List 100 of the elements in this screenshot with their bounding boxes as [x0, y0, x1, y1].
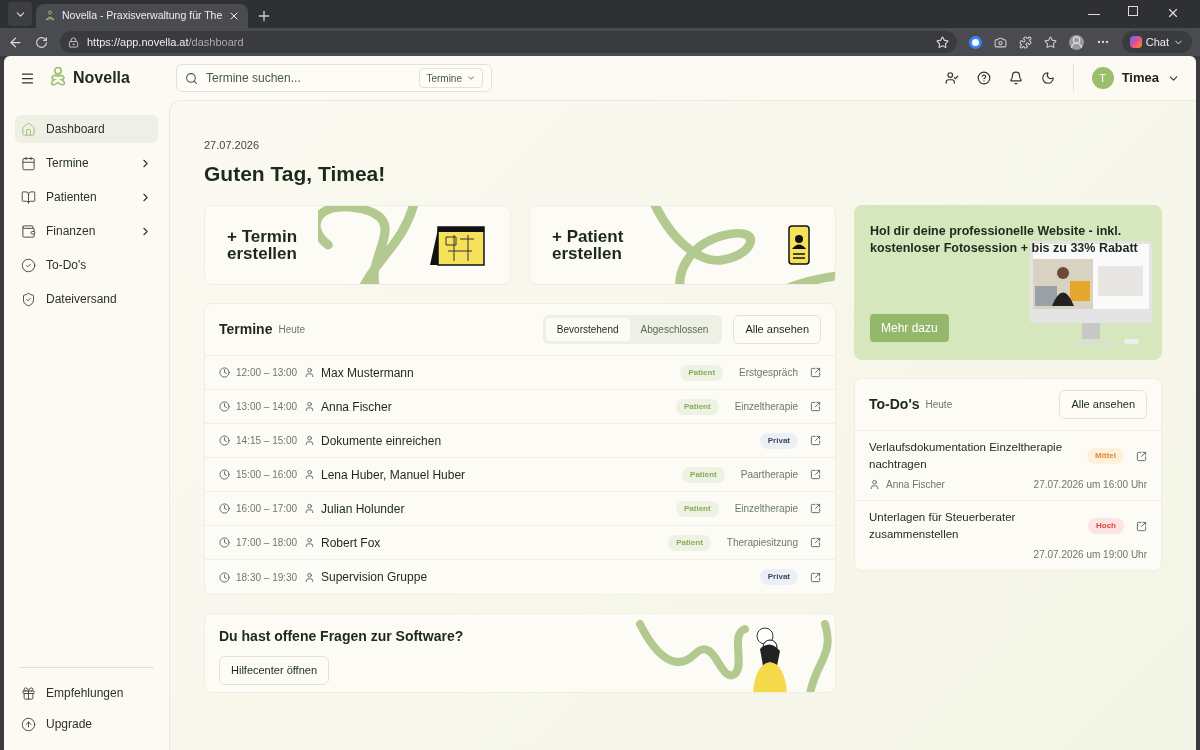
appointment-type: Einzeltherapie	[734, 400, 798, 414]
category-badge: Patient	[680, 364, 724, 381]
upload-icon	[21, 716, 36, 732]
notifications-icon[interactable]	[1008, 71, 1023, 85]
card-subtitle: Heute	[278, 323, 306, 337]
url-text: https://app.novella.at/dashboard	[87, 34, 244, 50]
todo-item[interactable]: Verlaufsdokumentation Einzeltherapie nachtragen Mittel Anna Fischer 27.07.2026 um 16:00 Uhr	[855, 431, 1161, 501]
create-card[interactable]: + Termin erstellen	[204, 205, 511, 285]
priority-badge: Mittel	[1087, 448, 1124, 464]
password-icon[interactable]	[968, 35, 982, 49]
appointment-name: Robert Fox	[321, 534, 381, 552]
avatar: T	[1091, 67, 1114, 89]
profile-icon[interactable]	[1068, 34, 1084, 50]
phone-profile-icon	[785, 224, 813, 266]
external-link-icon[interactable]	[810, 571, 821, 583]
camera-icon[interactable]	[993, 35, 1007, 49]
extensions-icon[interactable]	[1018, 35, 1032, 49]
help-center-button[interactable]: Hilfecenter öffnen	[219, 656, 330, 685]
logo-icon	[44, 10, 56, 22]
scope-dropdown[interactable]: Termine	[419, 68, 483, 88]
star-icon[interactable]	[935, 35, 949, 49]
browser-tab[interactable]: Novella - Praxisverwaltung für The	[36, 4, 249, 28]
external-link-icon[interactable]	[1136, 520, 1147, 532]
close-window-icon[interactable]	[1166, 6, 1180, 20]
external-link-icon[interactable]	[810, 401, 821, 412]
promo-title: Hol dir deine professionelle Website - inkl. kostenloser Fotosession + bis zu 33% Rabatt	[870, 223, 1139, 257]
external-link-icon[interactable]	[810, 537, 821, 548]
appointment-row[interactable]: 12:00 – 13:00 Max Mustermann Patient Erstgespräch	[205, 356, 835, 390]
sidebar-item[interactable]: Empfehlungen	[15, 680, 158, 706]
todo-due: 27.07.2026 um 19:00 Uhr	[1033, 548, 1147, 562]
date-text: 27.07.2026	[204, 138, 261, 153]
chevron-down-icon	[466, 73, 476, 83]
clock-icon	[219, 435, 230, 446]
appointment-row[interactable]: 18:30 – 19:30 Supervision Gruppe Privat	[205, 560, 835, 594]
appointment-type: Paartherapie	[740, 468, 798, 482]
appointment-name: Supervision Gruppe	[321, 569, 428, 586]
tab-title: Novella - Praxisverwaltung für The	[62, 8, 223, 24]
moon-icon[interactable]	[1040, 71, 1055, 85]
view-all-button[interactable]: Alle ansehen	[1059, 390, 1147, 419]
external-link-icon[interactable]	[810, 435, 821, 446]
tab-list-button[interactable]	[8, 2, 32, 26]
person-icon	[304, 503, 315, 514]
lock-icon	[68, 36, 79, 48]
category-badge: Privat	[759, 432, 798, 449]
copilot-icon	[1129, 36, 1142, 48]
shield-icon	[21, 291, 36, 307]
user-check-icon[interactable]	[944, 71, 959, 85]
sidebar-item[interactable]: Upgrade	[15, 711, 158, 737]
category-badge: Privat	[759, 569, 798, 585]
user-menu[interactable]: T Timea	[1091, 67, 1180, 89]
appointment-name: Max Mustermann	[321, 364, 414, 382]
todo-due: 27.07.2026 um 16:00 Uhr	[1033, 478, 1147, 492]
appointment-row[interactable]: 15:00 – 16:00 Lena Huber, Manuel Huber Patient Paartherapie	[205, 458, 835, 492]
sidebar-item[interactable]: To-Do's	[15, 251, 158, 279]
favorites-icon[interactable]	[1043, 35, 1057, 49]
appointment-name: Anna Fischer	[321, 398, 392, 416]
sidebar-item[interactable]: Dateiversand	[15, 285, 158, 313]
appointment-type: Einzeltherapie	[734, 502, 798, 516]
sidebar-item[interactable]: Finanzen	[15, 217, 158, 245]
person-icon	[304, 367, 315, 378]
clock-icon	[219, 571, 230, 583]
view-all-button[interactable]: Alle ansehen	[733, 315, 821, 344]
address-bar[interactable]: https://app.novella.at/dashboard	[60, 31, 957, 53]
sidebar-item[interactable]: Dashboard	[15, 115, 158, 143]
external-link-icon[interactable]	[810, 367, 821, 378]
todo-person: Anna Fischer	[886, 478, 945, 492]
appointment-row[interactable]: 14:15 – 15:00 Dokumente einreichen Privat	[205, 424, 835, 458]
card-subtitle: Heute	[925, 398, 953, 412]
search-field[interactable]: Termine suchen... Termine	[176, 64, 492, 92]
person-icon	[304, 401, 315, 412]
time-text: 16:00 – 17:00	[236, 502, 299, 516]
external-link-icon[interactable]	[1136, 450, 1147, 462]
help-icon[interactable]	[976, 71, 991, 85]
sidebar-item[interactable]: Termine	[15, 149, 158, 177]
person-icon	[304, 469, 315, 480]
external-link-icon[interactable]	[810, 503, 821, 514]
appointment-row[interactable]: 13:00 – 14:00 Anna Fischer Patient Einzeltherapie	[205, 390, 835, 424]
sidebar-item[interactable]: Patienten	[15, 183, 158, 211]
gift-icon	[21, 685, 36, 701]
todo-title: Unterlagen für Steuerberater zusammenstellen	[869, 510, 1017, 542]
create-label: + Patient erstellen	[552, 228, 625, 262]
create-card[interactable]: + Patient erstellen	[529, 205, 836, 285]
segment-tab[interactable]: Abgeschlossen	[629, 318, 720, 341]
chat-button[interactable]: Chat	[1121, 31, 1192, 53]
segment-tab[interactable]: Bevorstehend	[545, 318, 630, 341]
external-link-icon[interactable]	[810, 469, 821, 480]
search-icon	[185, 71, 198, 85]
person-icon	[869, 479, 880, 490]
todo-item[interactable]: Unterlagen für Steuerberater zusammenstellen Hoch 27.07.2026 um 19:00 Uhr	[855, 501, 1161, 570]
time-text: 18:30 – 19:30	[236, 570, 299, 585]
menu-icon[interactable]	[20, 70, 35, 86]
appointment-row[interactable]: 16:00 – 17:00 Julian Holunder Patient Einzeltherapie	[205, 492, 835, 526]
appointment-row[interactable]: 17:00 – 18:00 Robert Fox Patient Therapiesitzung	[205, 526, 835, 560]
back-icon[interactable]	[8, 34, 23, 50]
time-text: 17:00 – 18:00	[236, 536, 299, 550]
logo-text: Novella	[73, 68, 130, 88]
card-title: Termine	[219, 320, 273, 339]
reload-icon[interactable]	[35, 35, 48, 49]
time-text: 15:00 – 16:00	[236, 468, 299, 482]
restore-icon[interactable]	[1128, 6, 1138, 16]
